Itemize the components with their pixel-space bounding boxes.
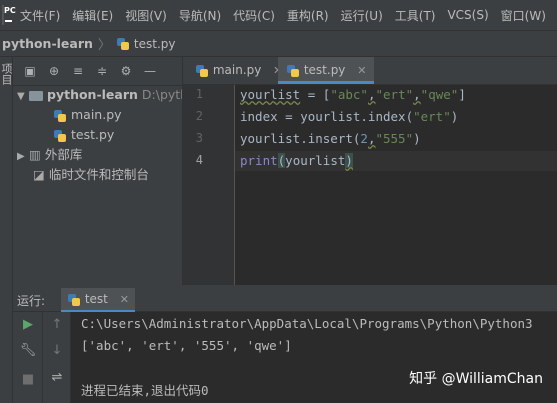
- folder-icon: [29, 90, 43, 101]
- arrow-down-icon[interactable]: ↓: [43, 343, 71, 358]
- close-icon[interactable]: ✕: [120, 293, 129, 306]
- project-toolbar: ▣ ⊕ ≡ ≑ ⚙ —: [13, 57, 182, 86]
- tree-item-test-py[interactable]: test.py: [53, 125, 114, 145]
- left-tool-strip: 项目: [0, 57, 13, 403]
- menu-view[interactable]: 视图(V): [125, 7, 167, 24]
- tree-item-external-libraries[interactable]: ▶ ▥ 外部库: [17, 145, 82, 165]
- code-line-1: yourlist = ["abc","ert","qwe"]: [240, 87, 466, 102]
- run-toolbar: ▶ 🔧︎ ■: [13, 312, 43, 403]
- watermark: 知乎 @WilliamChan: [409, 371, 543, 387]
- gear-icon[interactable]: ⚙: [119, 64, 133, 78]
- breadcrumb-file[interactable]: test.py: [134, 37, 176, 51]
- chevron-right-icon: ▶: [17, 151, 25, 162]
- menu-tools[interactable]: 工具(T): [395, 7, 436, 24]
- run-toolbar-secondary: ↑ ↓ ⇌: [43, 312, 71, 403]
- console-line: 进程已结束,退出代码0: [81, 383, 209, 398]
- run-label: 运行:: [17, 294, 46, 308]
- python-file-icon: [67, 293, 81, 307]
- menu-file[interactable]: 文件(F): [20, 7, 60, 24]
- rerun-icon[interactable]: ▶: [13, 317, 43, 332]
- tab-test-py[interactable]: test.py ✕: [278, 57, 375, 84]
- stop-icon[interactable]: ■: [13, 372, 43, 387]
- minimize-icon[interactable]: —: [143, 64, 157, 78]
- menu-window[interactable]: 窗口(W): [501, 7, 546, 24]
- menu-code[interactable]: 代码(C): [233, 7, 275, 24]
- menu-navigate[interactable]: 导航(N): [179, 7, 221, 24]
- chevron-down-icon: ▼: [17, 91, 25, 102]
- menu-edit[interactable]: 编辑(E): [72, 7, 113, 24]
- scratches-icon: ◪: [33, 167, 45, 182]
- run-panel-header: 运行: test ✕: [13, 288, 557, 312]
- pycharm-logo-icon: PC: [2, 5, 16, 25]
- menu-run[interactable]: 运行(U): [341, 7, 383, 24]
- run-console[interactable]: C:\Users\Administrator\AppData\Local\Pro…: [71, 312, 557, 403]
- line-number: 2: [195, 109, 203, 123]
- code-editor[interactable]: yourlist = ["abc","ert","qwe"] index = y…: [235, 85, 557, 285]
- tab-main-py[interactable]: main.py ✕: [187, 57, 290, 84]
- tree-item-scratches[interactable]: ◪ 临时文件和控制台: [33, 165, 149, 185]
- tree-item-main-py[interactable]: main.py: [53, 105, 122, 125]
- arrow-up-icon[interactable]: ↑: [43, 317, 71, 332]
- breadcrumb: python-learn 〉 test.py: [0, 30, 557, 57]
- expand-all-icon[interactable]: ≡: [71, 64, 85, 78]
- layout-icon[interactable]: ▣: [23, 64, 37, 78]
- collapse-all-icon[interactable]: ≑: [95, 64, 109, 78]
- locate-icon[interactable]: ⊕: [47, 64, 61, 78]
- line-number: 4: [195, 153, 203, 167]
- editor-gutter: 1 2 3 4: [183, 85, 235, 285]
- menu-refactor[interactable]: 重构(R): [287, 7, 329, 24]
- project-tool-button[interactable]: 项目: [0, 63, 13, 85]
- console-line: C:\Users\Administrator\AppData\Local\Pro…: [81, 316, 533, 331]
- code-line-4: print(yourlist): [240, 153, 353, 168]
- soft-wrap-icon[interactable]: ⇌: [43, 370, 71, 385]
- library-icon: ▥: [29, 147, 41, 162]
- chevron-right-icon: 〉: [97, 38, 111, 53]
- code-line-2: index = yourlist.index("ert"): [240, 109, 459, 124]
- wrench-icon[interactable]: 🔧︎: [13, 343, 43, 358]
- python-file-icon: [195, 64, 209, 78]
- line-number: 3: [195, 131, 203, 145]
- code-line-3: yourlist.insert(2,"555"): [240, 131, 421, 146]
- root-path: D:\pyth: [141, 87, 182, 102]
- breadcrumb-project[interactable]: python-learn: [2, 36, 93, 51]
- editor-tabs: main.py ✕ test.py ✕: [183, 57, 557, 85]
- console-line: ['abc', 'ert', '555', 'qwe']: [81, 338, 292, 353]
- tree-item-root[interactable]: ▼python-learn D:\pyth: [17, 85, 182, 105]
- python-file-icon: [286, 64, 300, 78]
- menu-vcs[interactable]: VCS(S): [447, 8, 488, 22]
- python-file-icon: [53, 129, 67, 143]
- project-panel: ▣ ⊕ ≡ ≑ ⚙ — ▼python-learn D:\pyth main.p…: [13, 57, 183, 285]
- close-icon[interactable]: ✕: [357, 64, 366, 77]
- menu-bar: PC 文件(F) 编辑(E) 视图(V) 导航(N) 代码(C) 重构(R) 运…: [0, 0, 557, 30]
- python-file-icon: [53, 109, 67, 123]
- python-file-icon: [116, 37, 130, 51]
- line-number: 1: [195, 87, 203, 101]
- run-tab-test[interactable]: test ✕: [61, 288, 135, 312]
